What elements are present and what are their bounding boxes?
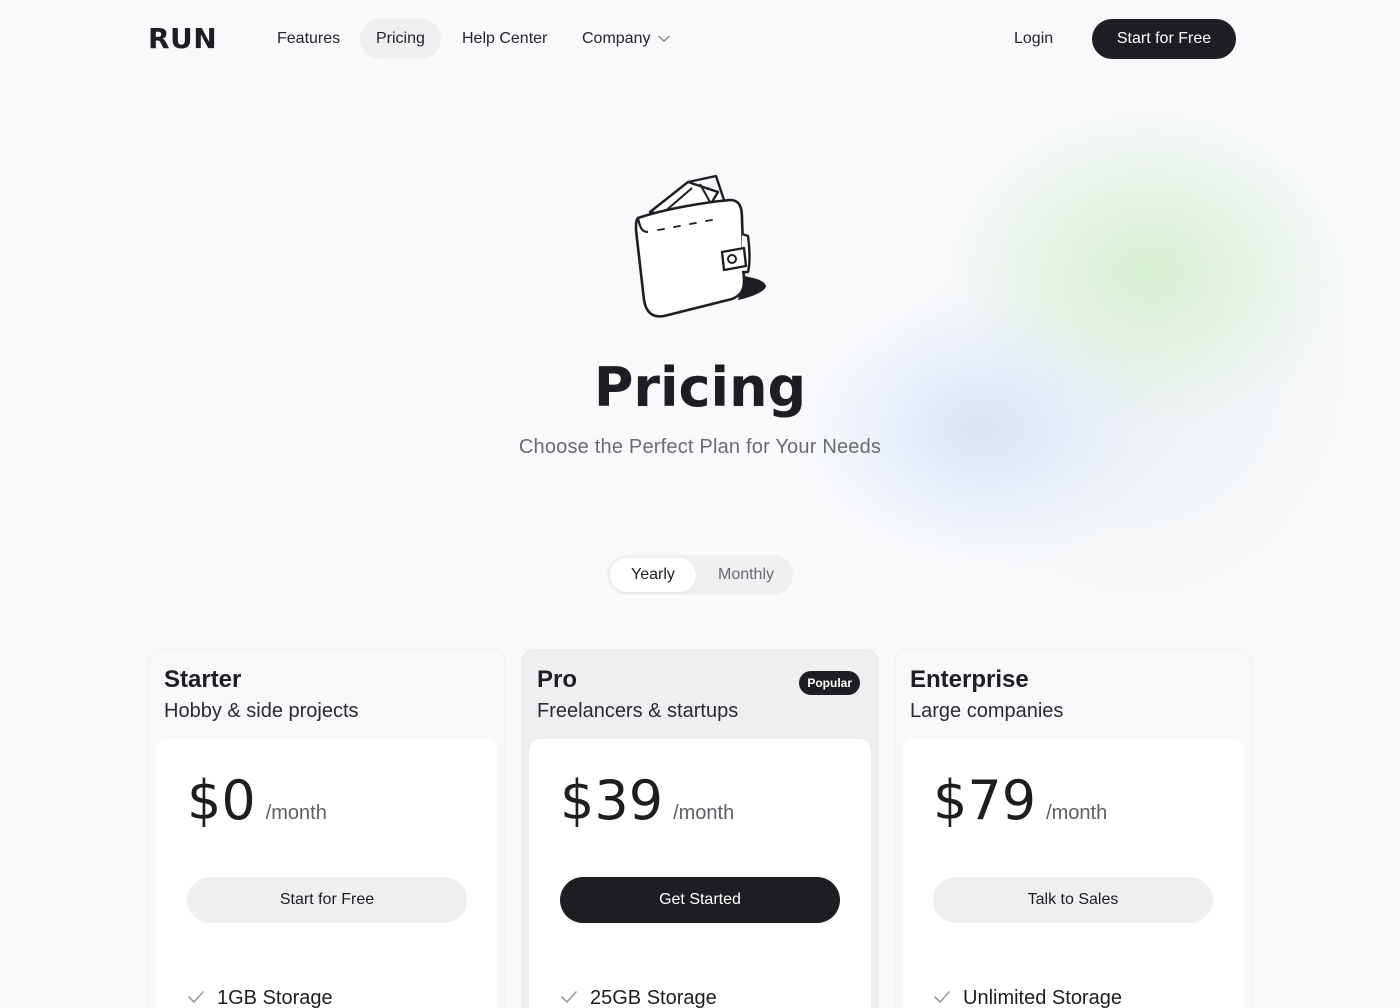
price-amount: $79 <box>933 769 1037 832</box>
background-glow-blue <box>800 300 1160 560</box>
plan-description: Large companies <box>910 700 1064 722</box>
price-amount: $0 <box>187 769 256 832</box>
nav-link-company[interactable]: Company <box>566 19 686 59</box>
brand-logo[interactable]: RUN <box>148 22 217 55</box>
plan-details: $0/month Start for Free 1GB Storage <box>156 739 498 1008</box>
price-period: /month <box>265 802 327 824</box>
start-for-free-button[interactable]: Start for Free <box>1092 19 1236 59</box>
plan-details: $39/month Get Started 25GB Storage <box>529 739 871 1008</box>
nav-link-features[interactable]: Features <box>261 19 356 59</box>
feature-item: 25GB Storage <box>560 987 717 1008</box>
login-link[interactable]: Login <box>1000 19 1067 59</box>
page-title: Pricing <box>593 356 807 419</box>
plan-card-enterprise: Enterprise Large companies $79/month Tal… <box>894 649 1252 1008</box>
talk-to-sales-button[interactable]: Talk to Sales <box>933 877 1213 923</box>
top-navigation: RUN Features Pricing Help Center Company… <box>0 0 1400 78</box>
page-subtitle: Choose the Perfect Plan for Your Needs <box>518 436 882 458</box>
feature-item: Unlimited Storage <box>933 987 1122 1008</box>
plan-description: Hobby & side projects <box>164 700 359 722</box>
feature-label: Unlimited Storage <box>963 987 1122 1008</box>
plan-name: Enterprise <box>910 666 1029 693</box>
plan-description: Freelancers & startups <box>537 700 739 722</box>
nav-link-company-label: Company <box>582 30 651 48</box>
price-amount: $39 <box>560 769 664 832</box>
toggle-option-monthly[interactable]: Monthly <box>703 558 789 592</box>
feature-label: 25GB Storage <box>590 987 717 1008</box>
price-period: /month <box>673 802 735 824</box>
nav-link-pricing[interactable]: Pricing <box>360 19 441 59</box>
chevron-down-icon <box>658 19 671 59</box>
plan-details: $79/month Talk to Sales Unlimited Storag… <box>902 739 1244 1008</box>
nav-link-help-center[interactable]: Help Center <box>446 19 563 59</box>
price-period: /month <box>1046 802 1108 824</box>
plan-name: Pro <box>537 666 578 693</box>
popular-badge: Popular <box>799 671 860 695</box>
plan-price: $79/month <box>933 769 1107 832</box>
plan-price: $0/month <box>187 769 327 832</box>
feature-label: 1GB Storage <box>217 987 333 1008</box>
plan-card-starter: Starter Hobby & side projects $0/month S… <box>148 649 506 1008</box>
toggle-option-yearly[interactable]: Yearly <box>610 558 696 592</box>
billing-period-toggle: Yearly Monthly <box>607 555 793 595</box>
start-for-free-plan-button[interactable]: Start for Free <box>187 877 467 923</box>
wallet-icon <box>628 172 774 322</box>
plan-name: Starter <box>164 666 242 693</box>
check-icon <box>560 987 578 1008</box>
plan-price: $39/month <box>560 769 734 832</box>
check-icon <box>933 987 951 1008</box>
feature-item: 1GB Storage <box>187 987 333 1008</box>
plan-card-pro: Pro Popular Freelancers & startups $39/m… <box>521 649 879 1008</box>
get-started-button[interactable]: Get Started <box>560 877 840 923</box>
pricing-page: RUN Features Pricing Help Center Company… <box>0 0 1400 1008</box>
check-icon <box>187 987 205 1008</box>
